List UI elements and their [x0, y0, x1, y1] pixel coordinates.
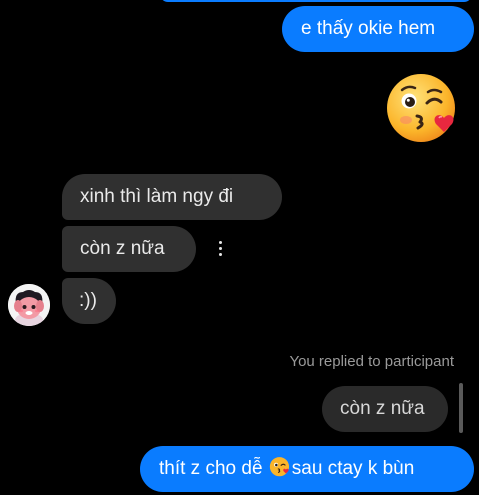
kiss-emoji-icon [269, 456, 291, 478]
previous-message-bubble-edge [160, 0, 472, 2]
incoming-message[interactable]: còn z nữa [62, 226, 196, 272]
message-text: sau ctay k bùn [291, 458, 415, 479]
avatar-image [8, 284, 50, 326]
quoted-reply-message[interactable]: còn z nữa [322, 386, 448, 432]
kiss-emoji[interactable] [384, 70, 462, 148]
reply-context-label: You replied to participant [289, 353, 454, 370]
outgoing-message[interactable]: thít z cho dễ sau ctay k bùn [140, 446, 474, 492]
contact-avatar[interactable] [8, 284, 50, 326]
more-vertical-icon[interactable] [208, 236, 232, 260]
message-text: thít z cho dễ [159, 458, 268, 479]
face-blowing-kiss-icon [387, 74, 455, 142]
incoming-message[interactable]: :)) [62, 278, 116, 324]
reply-indicator-bar [459, 383, 463, 433]
incoming-message[interactable]: xinh thì làm ngy đi [62, 174, 282, 220]
chat-thread: e thấy okie hem xinh thì làm ngy đi còn … [0, 0, 479, 495]
outgoing-message[interactable]: e thấy okie hem [282, 6, 474, 52]
